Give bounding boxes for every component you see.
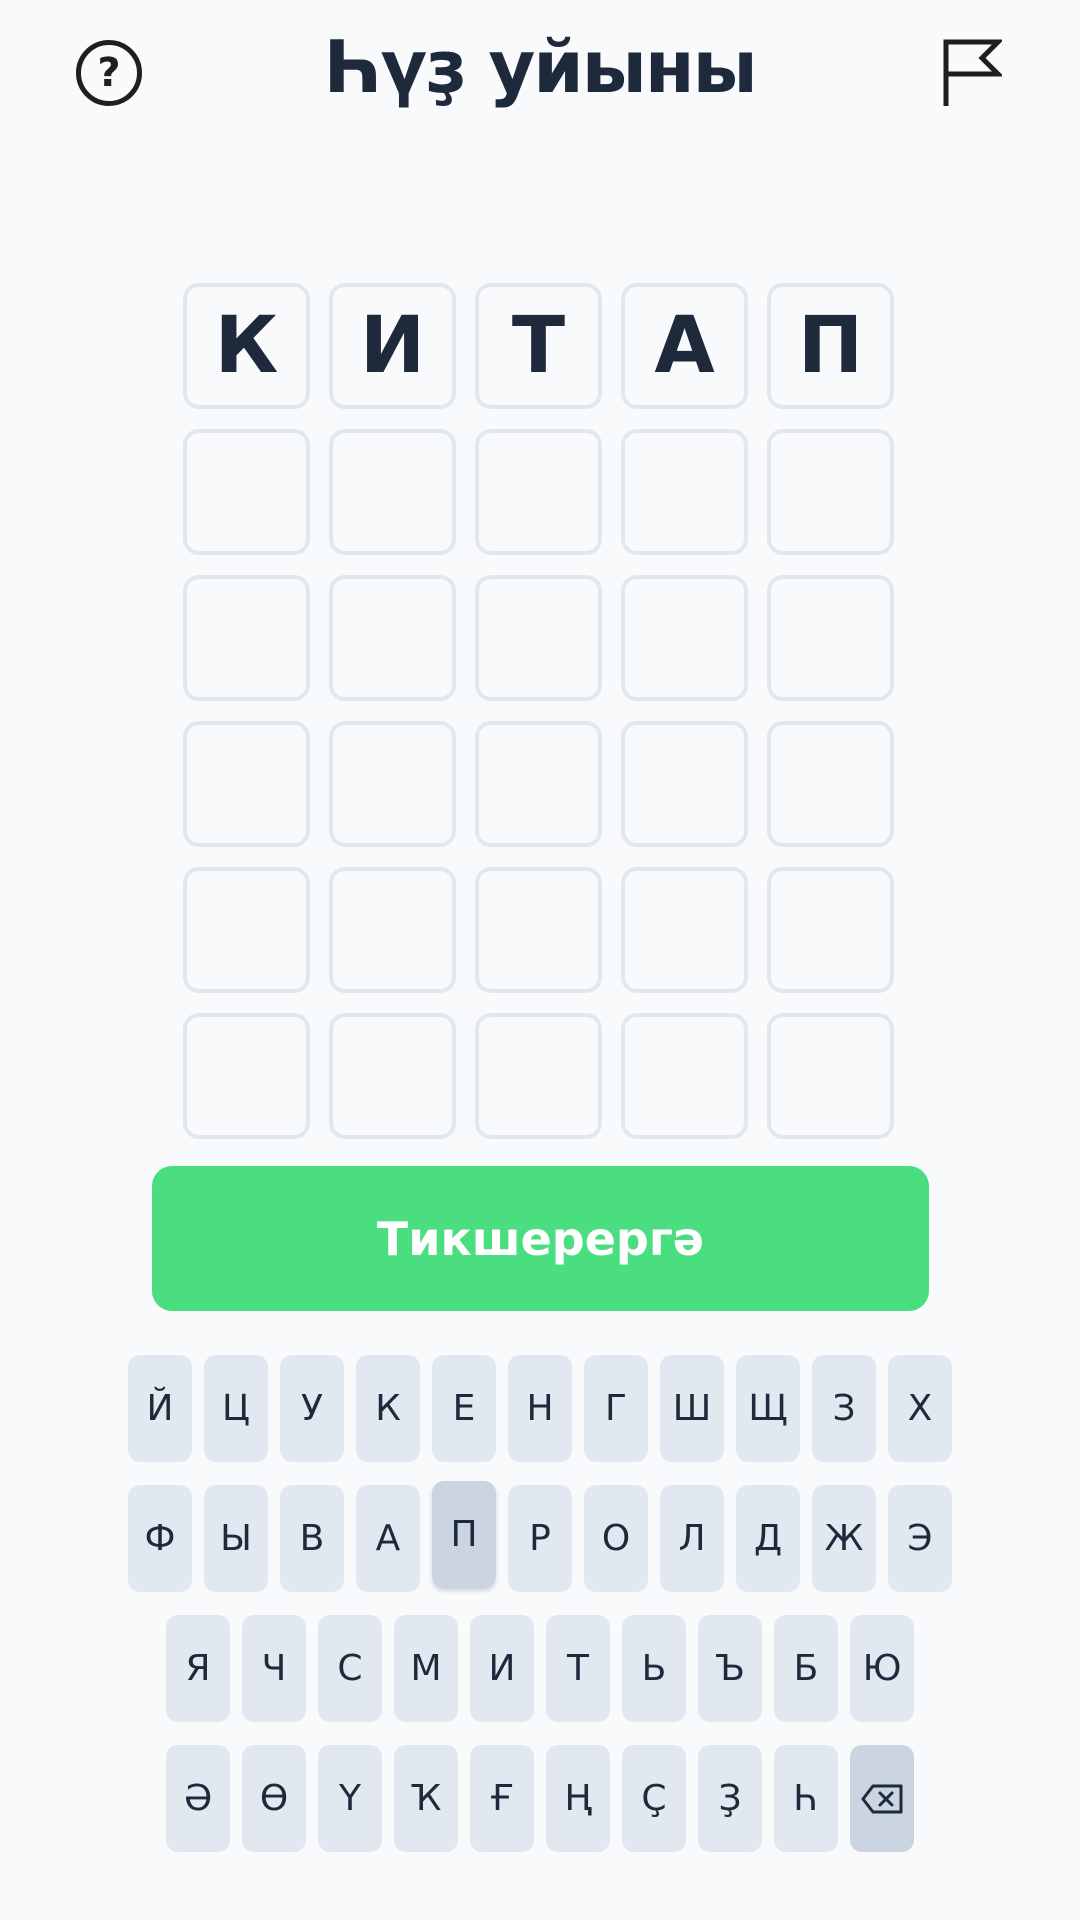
letter-tile [767,721,894,847]
key[interactable]: Һ [774,1745,838,1852]
letter-tile [329,867,456,993]
letter-tile [329,429,456,555]
letter-tile [183,429,310,555]
letter-tile [475,1013,602,1139]
grid-row [183,1013,898,1139]
key[interactable]: Ь [622,1615,686,1722]
letter-tile [621,721,748,847]
key[interactable]: Щ [736,1355,800,1462]
letter-tile [183,721,310,847]
key[interactable]: П [432,1481,496,1588]
keyboard-row: ФЫВАПРОЛДЖЭ [0,1481,1080,1592]
key[interactable]: Б [774,1615,838,1722]
key[interactable]: Х [888,1355,952,1462]
report-button[interactable] [938,36,1005,108]
keyboard-row: ЙЦУКЕНГШЩЗХ [0,1355,1080,1462]
grid-row: КИТАП [183,283,898,409]
letter-tile [183,575,310,701]
key[interactable]: Ә [166,1745,230,1852]
key[interactable]: И [470,1615,534,1722]
letter-tile [621,867,748,993]
letter-tile [475,575,602,701]
guess-grid: КИТАП [183,283,898,1159]
check-button[interactable]: Тикшерергә [152,1166,929,1311]
key[interactable]: Р [508,1485,572,1592]
key[interactable]: Ҫ [622,1745,686,1852]
letter-tile [621,1013,748,1139]
header: ? Һүҙ уйыны [0,0,1080,150]
letter-tile [767,429,894,555]
letter-tile [767,1013,894,1139]
letter-tile [183,867,310,993]
key[interactable]: Ң [546,1745,610,1852]
key[interactable]: З [812,1355,876,1462]
letter-tile [475,429,602,555]
key[interactable]: К [356,1355,420,1462]
key[interactable]: В [280,1485,344,1592]
key[interactable]: Э [888,1485,952,1592]
key[interactable]: Й [128,1355,192,1462]
key[interactable]: Ж [812,1485,876,1592]
key[interactable]: Ф [128,1485,192,1592]
letter-tile [329,721,456,847]
key[interactable]: Ғ [470,1745,534,1852]
letter-tile: К [183,283,310,409]
backspace-icon [861,1784,903,1813]
letter-tile [475,721,602,847]
backspace-key[interactable] [850,1745,914,1852]
key[interactable]: Ү [318,1745,382,1852]
key[interactable]: Т [546,1615,610,1722]
key[interactable]: Ю [850,1615,914,1722]
letter-tile [183,1013,310,1139]
grid-row [183,429,898,555]
letter-tile [475,867,602,993]
word-game-screen: ? Һүҙ уйыны КИТАП Тикшерергә ЙЦУКЕНГШЩЗХ… [0,0,1080,1920]
key[interactable]: Е [432,1355,496,1462]
key[interactable]: М [394,1615,458,1722]
key[interactable]: Д [736,1485,800,1592]
key[interactable]: Ц [204,1355,268,1462]
keyboard-row: ЯЧСМИТЬЪБЮ [0,1615,1080,1722]
keyboard: ЙЦУКЕНГШЩЗХ ФЫВАПРОЛДЖЭ ЯЧСМИТЬЪБЮ ӘӨҮҠҒҢҪҘ… [0,1355,1080,1875]
key[interactable]: Н [508,1355,572,1462]
keyboard-row: ӘӨҮҠҒҢҪҘҺ [0,1745,1080,1852]
key[interactable]: У [280,1355,344,1462]
key[interactable]: Ъ [698,1615,762,1722]
key[interactable]: Ы [204,1485,268,1592]
key[interactable]: Я [166,1615,230,1722]
letter-tile: Т [475,283,602,409]
key[interactable]: Л [660,1485,724,1592]
key[interactable]: А [356,1485,420,1592]
letter-tile: И [329,283,456,409]
key[interactable]: О [584,1485,648,1592]
key[interactable]: Ч [242,1615,306,1722]
letter-tile [329,575,456,701]
letter-tile: А [621,283,748,409]
key[interactable]: Ө [242,1745,306,1852]
key[interactable]: Ҡ [394,1745,458,1852]
grid-row [183,721,898,847]
key[interactable]: Г [584,1355,648,1462]
key[interactable]: Ҙ [698,1745,762,1852]
letter-tile [767,867,894,993]
grid-row [183,575,898,701]
page-title: Һүҙ уйыны [324,25,757,109]
letter-tile [767,575,894,701]
grid-row [183,867,898,993]
letter-tile: П [767,283,894,409]
key[interactable]: Ш [660,1355,724,1462]
key[interactable]: С [318,1615,382,1722]
letter-tile [621,429,748,555]
flag-icon [943,39,1005,106]
letter-tile [621,575,748,701]
letter-tile [329,1013,456,1139]
